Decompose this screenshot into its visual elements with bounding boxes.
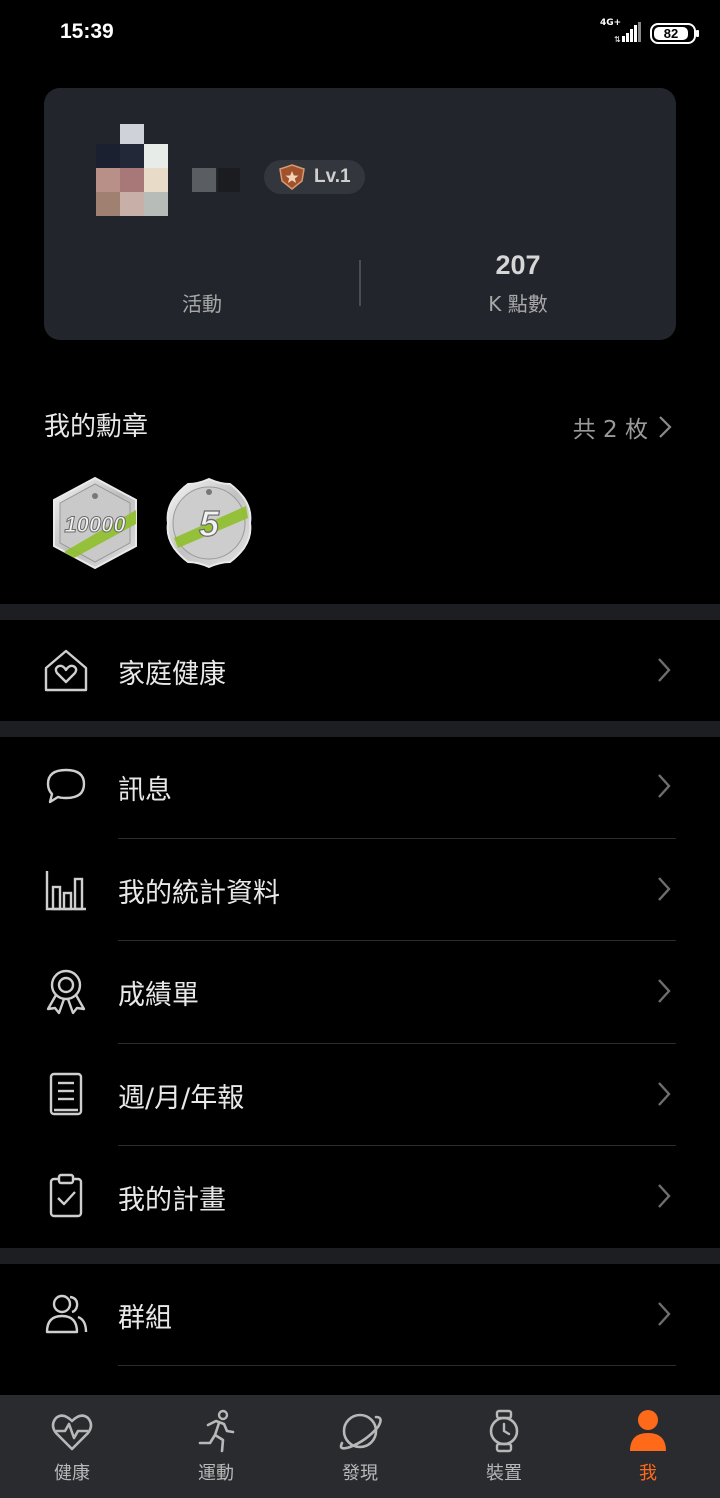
status-time: 15:39: [60, 20, 114, 43]
svg-text:⇅: ⇅: [614, 35, 621, 44]
medals-count-text: 共 2 枚: [572, 417, 648, 443]
tab-health[interactable]: 健康: [0, 1395, 144, 1498]
tab-label: 我: [639, 1463, 657, 1484]
battery-icon: 82: [650, 23, 699, 44]
menu-groups[interactable]: 群組: [0, 1264, 720, 1366]
menu-label: 我的計畫: [118, 1185, 226, 1216]
tab-devices[interactable]: 裝置: [432, 1395, 576, 1498]
tab-label: 裝置: [486, 1463, 522, 1484]
row-divider: [118, 1365, 676, 1366]
chevron-right-icon: [658, 877, 671, 901]
menu-label: 週/月/年報: [118, 1083, 245, 1114]
chevron-right-icon: [658, 1184, 671, 1208]
menu-reports[interactable]: 週/月/年報: [0, 1044, 720, 1146]
level-text: Lv.1: [314, 166, 351, 187]
section-separator: [0, 721, 720, 737]
rank-shield-icon: [279, 164, 305, 190]
chevron-right-icon: [658, 658, 671, 682]
menu-label: 成績單: [118, 980, 199, 1011]
menu-family-health[interactable]: 家庭健康: [0, 620, 720, 722]
menu-label: 我的統計資料: [118, 878, 280, 909]
medal-10000-text: 10000: [64, 512, 126, 537]
menu-messages[interactable]: 訊息: [0, 736, 720, 838]
menu-label: 群組: [118, 1303, 172, 1334]
signal-icon: ⇅: [614, 22, 641, 44]
watch-icon: [489, 1409, 519, 1453]
tab-exercise[interactable]: 運動: [144, 1395, 288, 1498]
status-bar: 15:39 4G+ ⇅ 82: [0, 0, 720, 68]
clipboard-check-icon: [49, 1173, 83, 1218]
activity-label: 活動: [182, 292, 222, 316]
k-points-value: 207: [495, 250, 541, 280]
menu-plans[interactable]: 我的計畫: [0, 1146, 720, 1248]
running-icon: [198, 1409, 235, 1453]
section-separator: [0, 604, 720, 620]
tab-label: 發現: [342, 1463, 378, 1484]
medal-10000-steps-icon[interactable]: 10000: [50, 476, 140, 570]
medal-5km-cycling-icon[interactable]: 5: [164, 476, 254, 570]
avatar[interactable]: [96, 124, 168, 216]
person-icon: [630, 1410, 666, 1451]
tab-label: 健康: [54, 1463, 90, 1484]
activity-value: [44, 250, 360, 284]
battery-level: 82: [654, 27, 688, 41]
bar-chart-icon: [45, 871, 86, 911]
tab-label: 運動: [198, 1463, 234, 1484]
tab-me[interactable]: 我: [576, 1395, 720, 1498]
bottom-tab-bar: 健康 運動 發現 裝置 我: [0, 1395, 720, 1498]
tab-discover[interactable]: 發現: [288, 1395, 432, 1498]
chevron-right-icon: [658, 774, 671, 798]
chevron-right-icon: [658, 1302, 671, 1326]
username-redacted: [192, 168, 240, 192]
level-badge[interactable]: Lv.1: [264, 160, 365, 194]
menu-label: 訊息: [118, 775, 172, 806]
menu-transcript[interactable]: 成績單: [0, 941, 720, 1043]
medals-count-link[interactable]: 共 2 枚: [573, 410, 672, 444]
medal-5-text: 5: [199, 503, 220, 544]
chevron-right-icon: [659, 416, 672, 438]
menu-label: 家庭健康: [118, 659, 226, 690]
k-points-stat[interactable]: 207 K 點數: [360, 250, 676, 317]
chat-bubble-icon: [46, 768, 86, 804]
medals-title: 我的勳章: [44, 412, 149, 442]
award-ribbon-icon: [46, 969, 86, 1015]
chevron-right-icon: [658, 1082, 671, 1106]
activity-stat[interactable]: 活動: [44, 250, 360, 317]
chevron-right-icon: [658, 979, 671, 1003]
home-heart-icon: [44, 649, 88, 692]
section-separator: [0, 1248, 720, 1264]
report-document-icon: [49, 1072, 83, 1116]
planet-icon: [339, 1413, 382, 1450]
k-points-label: K 點數: [488, 292, 548, 316]
heart-pulse-icon: [51, 1414, 93, 1451]
profile-card[interactable]: Lv.1 活動 207 K 點數: [44, 88, 676, 340]
group-users-icon: [45, 1294, 88, 1334]
menu-statistics[interactable]: 我的統計資料: [0, 839, 720, 941]
